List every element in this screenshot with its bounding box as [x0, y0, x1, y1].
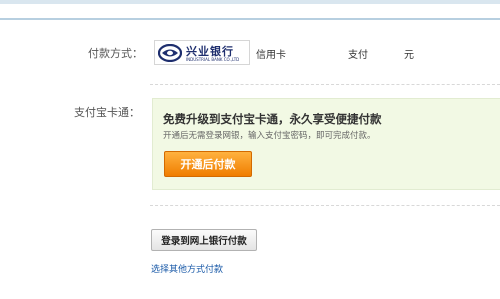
bank-name-en: INDUSTRIAL BANK CO.,LTD [186, 57, 240, 62]
top-bar [0, 0, 500, 4]
section-divider [150, 84, 500, 85]
login-online-bank-button[interactable]: 登录到网上银行付款 [151, 229, 257, 251]
bank-logo: 兴业银行 INDUSTRIAL BANK CO.,LTD [154, 40, 250, 65]
industrial-bank-icon [158, 44, 182, 62]
payment-method-row: 付款方式： 兴业银行 INDUSTRIAL BANK CO.,LTD 信用卡 支… [0, 40, 500, 68]
header-divider [0, 18, 500, 20]
card-type-text: 信用卡 [256, 50, 286, 61]
payment-method-label: 付款方式： [88, 47, 143, 60]
other-payment-methods-link[interactable]: 选择其他方式付款 [151, 262, 223, 275]
open-and-pay-button[interactable]: 开通后付款 [164, 151, 252, 177]
promo-subtitle: 开通后无需登录网银，输入支付宝密码，即可完成付款。 [163, 131, 376, 141]
alipay-card-promo: 免费升级到支付宝卡通，永久享受便捷付款 开通后无需登录网银，输入支付宝密码，即可… [152, 98, 500, 190]
section-divider [150, 205, 500, 206]
alipay-card-label: 支付宝卡通： [74, 106, 140, 119]
currency-unit: 元 [404, 50, 414, 61]
promo-title: 免费升级到支付宝卡通，永久享受便捷付款 [163, 112, 382, 126]
pay-text: 支付 [348, 50, 368, 61]
